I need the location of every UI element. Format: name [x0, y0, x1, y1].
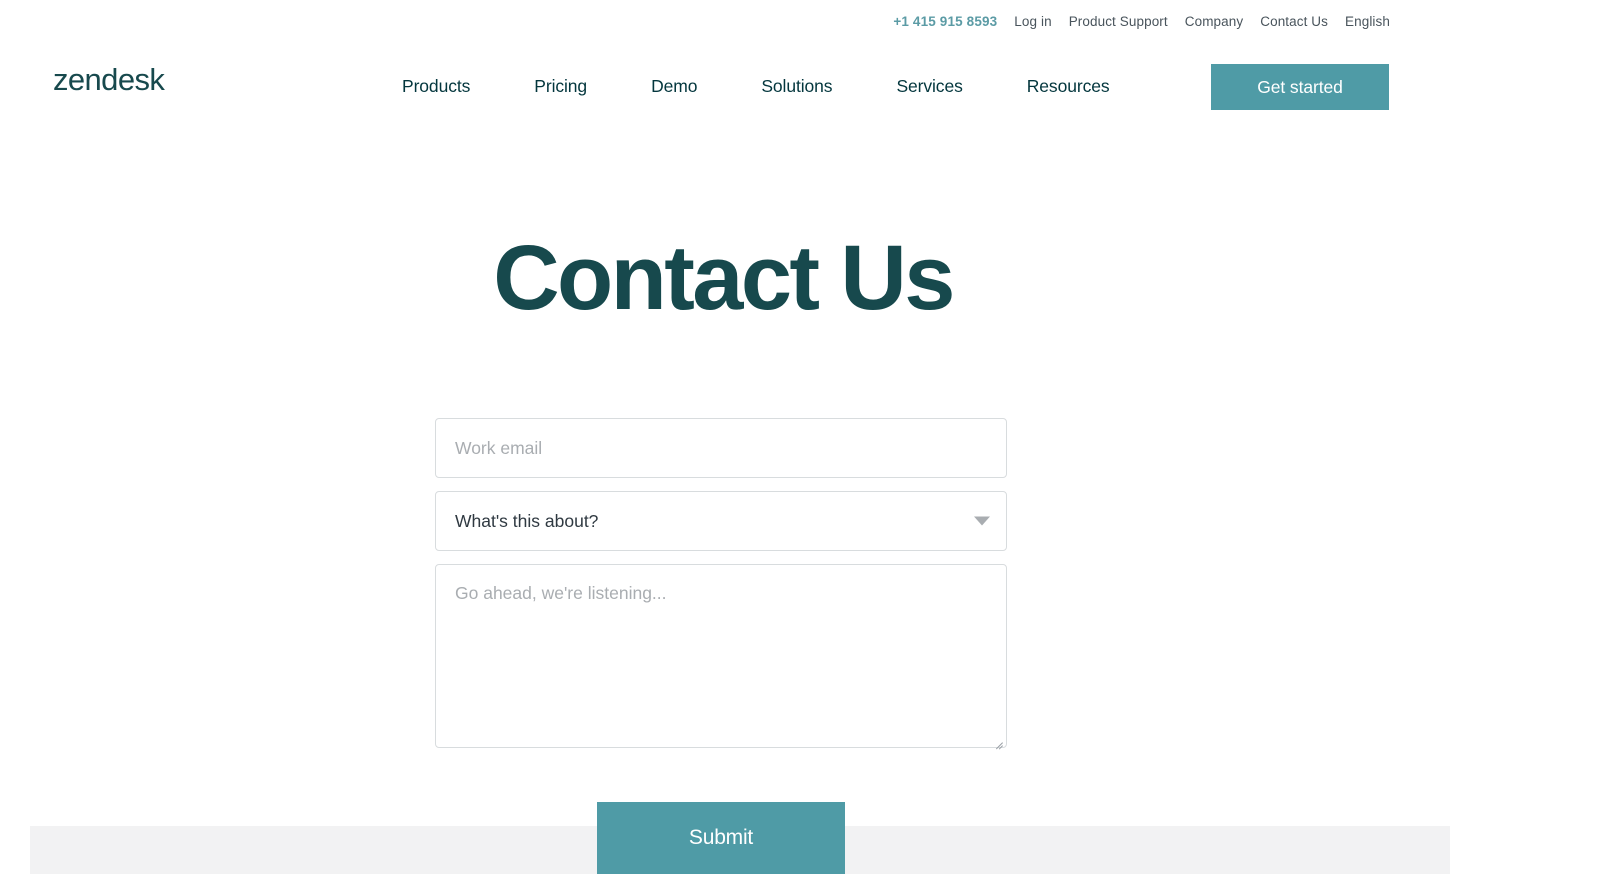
utility-item-language[interactable]: English: [1345, 15, 1390, 29]
nav-item-services[interactable]: Services: [864, 78, 994, 96]
utility-bar: +1 415 915 8593 Log in Product Support C…: [0, 0, 1600, 44]
utility-item-product-support[interactable]: Product Support: [1069, 15, 1168, 29]
topic-select[interactable]: What's this about?: [435, 491, 1007, 551]
contact-page: +1 415 915 8593 Log in Product Support C…: [0, 0, 1600, 874]
page-title: Contact Us: [493, 227, 955, 329]
message-textarea[interactable]: [435, 564, 1007, 748]
zendesk-logo[interactable]: zendesk: [53, 64, 165, 95]
main-header: zendesk Products Pricing Demo Solutions …: [0, 44, 1600, 130]
phone-link[interactable]: +1 415 915 8593: [893, 15, 997, 29]
nav-item-demo[interactable]: Demo: [619, 78, 729, 96]
utility-item-contact-us[interactable]: Contact Us: [1260, 15, 1328, 29]
contact-form: What's this about?: [435, 418, 1007, 748]
nav-item-pricing[interactable]: Pricing: [502, 78, 619, 96]
topic-select-value: What's this about?: [455, 510, 599, 531]
get-started-button[interactable]: Get started: [1211, 64, 1389, 110]
work-email-input[interactable]: [435, 418, 1007, 478]
utility-item-company[interactable]: Company: [1185, 15, 1243, 29]
submit-button[interactable]: Submit: [597, 802, 845, 874]
message-wrapper: [435, 564, 1007, 748]
utility-item-log-in[interactable]: Log in: [1014, 15, 1051, 29]
main-navigation: Products Pricing Demo Solutions Services…: [370, 44, 1142, 130]
nav-item-resources[interactable]: Resources: [995, 78, 1142, 96]
nav-item-solutions[interactable]: Solutions: [729, 78, 864, 96]
topic-select-wrapper: What's this about?: [435, 491, 1007, 551]
nav-item-products[interactable]: Products: [370, 78, 502, 96]
